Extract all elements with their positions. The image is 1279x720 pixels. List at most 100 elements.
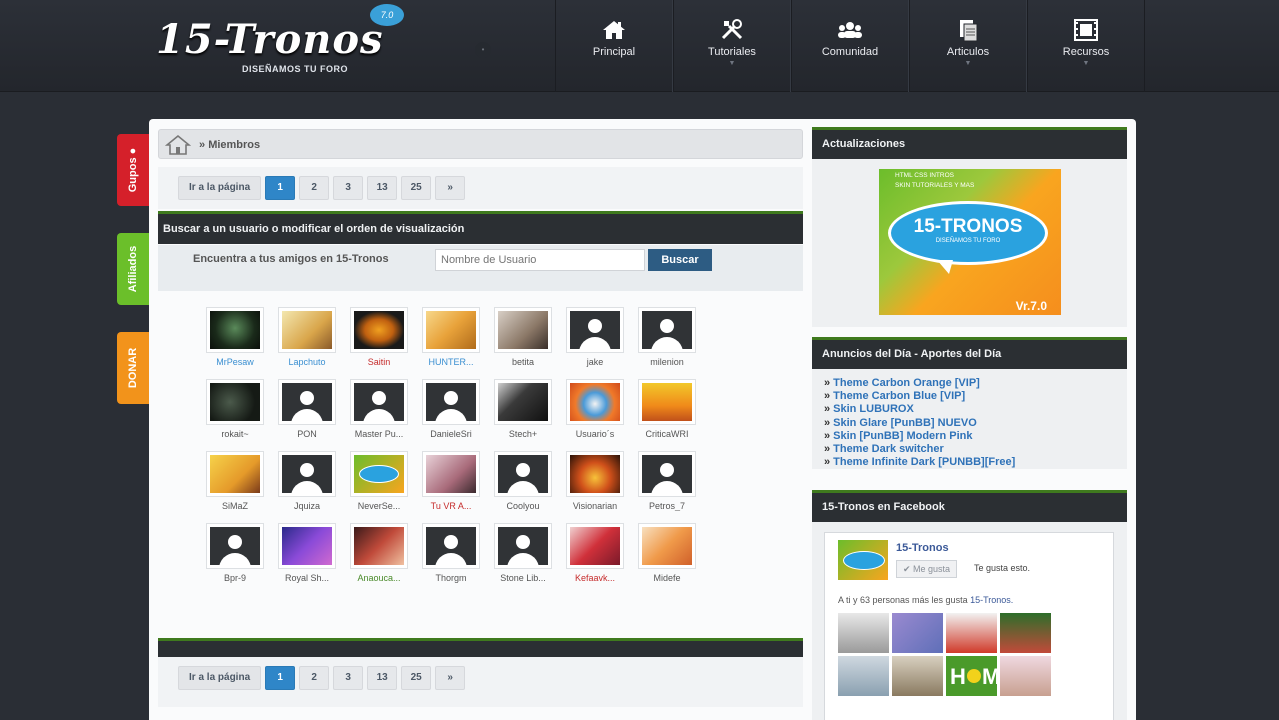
nav-recursos[interactable]: Recursos ▼ [1027, 0, 1145, 92]
side-tab-donar[interactable]: DONAR [117, 332, 149, 404]
fan-avatar[interactable] [892, 656, 943, 696]
member-card[interactable]: Royal Sh... [271, 523, 343, 583]
member-card[interactable]: Master Pu... [343, 379, 415, 439]
avatar[interactable] [638, 523, 696, 569]
avatar[interactable] [206, 307, 264, 353]
facebook-page-avatar[interactable] [838, 540, 888, 580]
member-card[interactable]: rokait~ [199, 379, 271, 439]
avatar[interactable] [422, 451, 480, 497]
page-button-3[interactable]: 3 [333, 176, 364, 200]
avatar[interactable] [494, 379, 552, 425]
member-card[interactable]: Midefe [631, 523, 703, 583]
avatar[interactable] [638, 379, 696, 425]
search-button[interactable]: Buscar [648, 249, 712, 271]
member-name[interactable]: CriticaWRI [631, 429, 703, 439]
avatar[interactable] [206, 379, 264, 425]
member-name[interactable]: Jquiza [271, 501, 343, 511]
member-name[interactable]: HUNTER... [415, 357, 487, 367]
ad-link[interactable]: » Theme Carbon Blue [VIP] [824, 390, 1115, 403]
avatar[interactable] [350, 379, 408, 425]
facebook-page-name[interactable]: 15-Tronos [896, 542, 949, 554]
nav-comunidad[interactable]: Comunidad [791, 0, 909, 92]
ad-link[interactable]: » Skin [PunBB] Modern Pink [824, 430, 1115, 443]
member-card[interactable]: Kefaavk... [559, 523, 631, 583]
member-name[interactable]: jake [559, 357, 631, 367]
member-name[interactable]: Thorgm [415, 573, 487, 583]
member-name[interactable]: Anaouca... [343, 573, 415, 583]
member-name[interactable]: Petros_7 [631, 501, 703, 511]
ad-link[interactable]: » Theme Carbon Orange [VIP] [824, 377, 1115, 390]
member-card[interactable]: Thorgm [415, 523, 487, 583]
member-card[interactable]: Visionarian [559, 451, 631, 511]
fan-avatar[interactable] [892, 613, 943, 653]
fan-avatar[interactable] [1000, 656, 1051, 696]
page-button-1[interactable]: 1 [265, 176, 296, 200]
ad-link[interactable]: » Theme Dark switcher [824, 443, 1115, 456]
avatar[interactable] [566, 451, 624, 497]
page-button-2[interactable]: 2 [299, 666, 330, 690]
page-button-25[interactable]: 25 [401, 176, 432, 200]
breadcrumb-label[interactable]: Miembros [208, 139, 260, 151]
fan-avatar[interactable]: HM [946, 656, 997, 696]
page-button-13[interactable]: 13 [367, 176, 398, 200]
like-count-page-link[interactable]: 15-Tronos. [970, 595, 1013, 605]
member-name[interactable]: Usuario´s [559, 429, 631, 439]
page-button-13[interactable]: 13 [367, 666, 398, 690]
member-name[interactable]: Midefe [631, 573, 703, 583]
nav-articulos[interactable]: Articulos ▼ [909, 0, 1027, 92]
avatar[interactable] [350, 451, 408, 497]
header-toggle-icon[interactable]: • [475, 42, 491, 58]
member-card[interactable]: NeverSe... [343, 451, 415, 511]
avatar[interactable] [638, 451, 696, 497]
member-name[interactable]: Coolyou [487, 501, 559, 511]
facebook-like-button[interactable]: ✔ Me gusta [896, 560, 958, 578]
member-card[interactable]: Lapchuto [271, 307, 343, 367]
avatar[interactable] [494, 307, 552, 353]
member-card[interactable]: Tu VR A... [415, 451, 487, 511]
member-card[interactable]: betita [487, 307, 559, 367]
ad-link[interactable]: » Theme Infinite Dark [PUNBB][Free] [824, 456, 1115, 469]
member-card[interactable]: Bpr-9 [199, 523, 271, 583]
member-card[interactable]: MrPesaw [199, 307, 271, 367]
username-search-input[interactable] [435, 249, 645, 271]
next-page-button[interactable]: » [435, 666, 466, 690]
avatar[interactable] [350, 523, 408, 569]
avatar[interactable] [206, 451, 264, 497]
avatar[interactable] [350, 307, 408, 353]
page-button-1[interactable]: 1 [265, 666, 296, 690]
avatar[interactable] [566, 523, 624, 569]
member-name[interactable]: milenion [631, 357, 703, 367]
member-card[interactable]: Anaouca... [343, 523, 415, 583]
member-name[interactable]: NeverSe... [343, 501, 415, 511]
member-name[interactable]: MrPesaw [199, 357, 271, 367]
fan-avatar[interactable] [838, 613, 889, 653]
member-name[interactable]: Kefaavk... [559, 573, 631, 583]
member-card[interactable]: milenion [631, 307, 703, 367]
avatar[interactable] [422, 307, 480, 353]
avatar[interactable] [494, 451, 552, 497]
avatar[interactable] [278, 451, 336, 497]
member-card[interactable]: HUNTER... [415, 307, 487, 367]
page-button-2[interactable]: 2 [299, 176, 330, 200]
member-card[interactable]: PON [271, 379, 343, 439]
fan-avatar[interactable] [838, 656, 889, 696]
avatar[interactable] [206, 523, 264, 569]
avatar[interactable] [638, 307, 696, 353]
fan-avatar[interactable] [1000, 613, 1051, 653]
home-icon[interactable] [165, 134, 191, 156]
member-name[interactable]: PON [271, 429, 343, 439]
promo-banner[interactable]: HTML CSS INTROS SKIN TUTORIALES Y MAS 15… [879, 169, 1061, 315]
member-card[interactable]: Petros_7 [631, 451, 703, 511]
nav-principal[interactable]: Principal [555, 0, 673, 92]
member-card[interactable]: Coolyou [487, 451, 559, 511]
member-name[interactable]: Master Pu... [343, 429, 415, 439]
member-card[interactable]: Jquiza [271, 451, 343, 511]
site-logo[interactable]: 15-Tronos 7.0 DISEÑAMOS TU FORO [156, 4, 416, 80]
member-card[interactable]: CriticaWRI [631, 379, 703, 439]
avatar[interactable] [278, 307, 336, 353]
avatar[interactable] [494, 523, 552, 569]
member-card[interactable]: jake [559, 307, 631, 367]
member-card[interactable]: Stone Lib... [487, 523, 559, 583]
member-name[interactable]: Visionarian [559, 501, 631, 511]
member-card[interactable]: Stech+ [487, 379, 559, 439]
